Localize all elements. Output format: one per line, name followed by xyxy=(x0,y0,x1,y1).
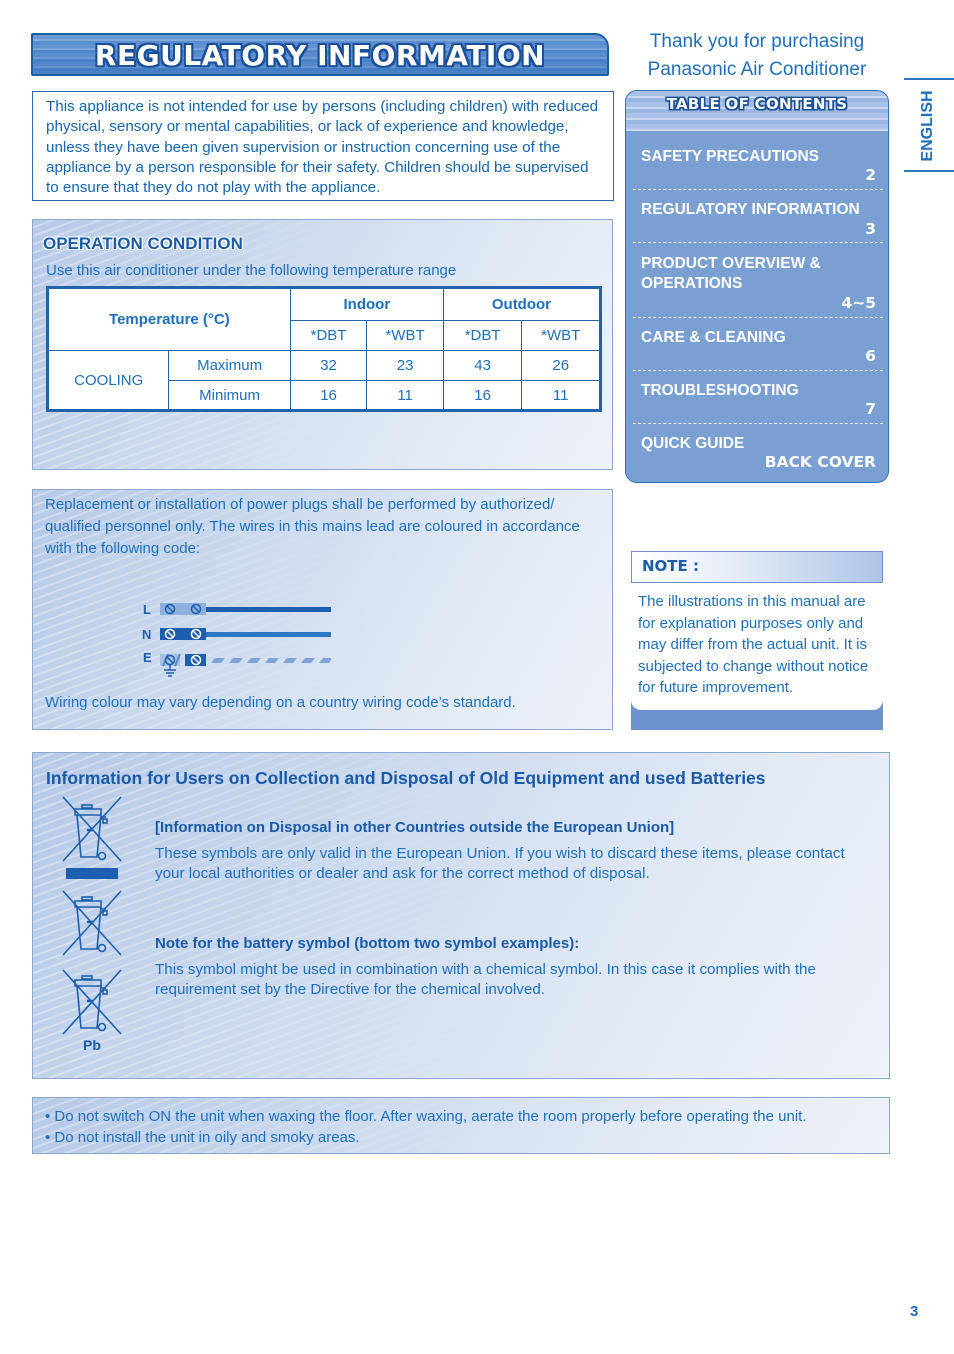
table-cell: 26 xyxy=(521,350,601,381)
wiring-panel: Replacement or installation of power plu… xyxy=(32,489,613,730)
toc-item-label: PRODUCT OVERVIEW & OPERATIONS xyxy=(641,255,821,292)
toc-item-safety-precautions[interactable]: SAFETY PRECAUTIONS 2 xyxy=(633,135,883,190)
disposal-heading: Information for Users on Collection and … xyxy=(46,768,766,788)
toc-item-quick-guide[interactable]: QUICK GUIDE BACK COVER xyxy=(633,424,883,479)
table-cell: 11 xyxy=(366,380,444,411)
battery-symbol-note-text: This symbol might be used in combination… xyxy=(155,961,816,998)
caution-bullet: • Do not switch ON the unit when waxing … xyxy=(45,1108,807,1125)
table-cell: 32 xyxy=(289,350,368,381)
disposal-information-panel: Information for Users on Collection and … xyxy=(32,752,890,1079)
language-tab: ENGLISH xyxy=(905,90,951,162)
language-tab-divider-bottom xyxy=(904,170,954,172)
wiring-footnote: Wiring colour may vary depending on a co… xyxy=(45,694,516,711)
table-subheader: *DBT xyxy=(442,320,523,351)
toc-item-label: SAFETY PRECAUTIONS xyxy=(641,148,819,165)
table-corner-header: Temperature (°C) xyxy=(47,287,291,351)
table-mode-cell: COOLING xyxy=(46,350,170,411)
table-cell: 16 xyxy=(289,380,368,411)
wire-terminals-icon xyxy=(160,603,331,677)
table-cell: 11 xyxy=(521,380,601,411)
title-banner: REGULATORY INFORMATION xyxy=(31,33,609,76)
page-number: 3 xyxy=(910,1303,919,1320)
table-row: COOLING Maximum 32 23 43 26 xyxy=(46,350,601,411)
note-body: The illustrations in this manual are for… xyxy=(631,583,883,730)
caution-bullet: • Do not install the unit in oily and sm… xyxy=(45,1129,360,1146)
toc-item-page: BACK COVER xyxy=(764,453,876,471)
disposal-outside-eu-heading: [Information on Disposal in other Countr… xyxy=(155,819,675,836)
thank-you-message: Thank you for purchasing Panasonic Air C… xyxy=(622,28,892,84)
table-row-label: Minimum xyxy=(168,380,291,411)
toc-item-label: TROUBLESHOOTING xyxy=(641,382,799,399)
table-subheader: *DBT xyxy=(289,320,368,351)
chemical-symbol-label: Pb xyxy=(83,1037,101,1053)
table-subheader: *WBT xyxy=(521,320,601,351)
toc-header: TABLE OF CONTENTS xyxy=(626,91,888,131)
toc-item-care-cleaning[interactable]: CARE & CLEANING 6 xyxy=(633,318,883,371)
toc-item-troubleshooting[interactable]: TROUBLESHOOTING 7 xyxy=(633,371,883,424)
table-group-header-outdoor: Outdoor xyxy=(442,287,602,321)
toc-item-page: 7 xyxy=(865,400,876,418)
toc-title: TABLE OF CONTENTS xyxy=(666,95,848,113)
table-cell: 23 xyxy=(366,350,444,381)
operation-condition-subtitle: Use this air conditioner under the follo… xyxy=(46,262,457,279)
operation-condition-panel: OPERATION CONDITION Use this air conditi… xyxy=(32,219,613,470)
thank-you-line-1: Thank you for purchasing xyxy=(649,31,865,52)
toc-item-page: 2 xyxy=(865,166,876,184)
toc-item-label: CARE & CLEANING xyxy=(641,329,786,346)
toc-item-product-overview[interactable]: PRODUCT OVERVIEW & OPERATIONS 4~5 xyxy=(633,243,883,318)
note-text: The illustrations in this manual are for… xyxy=(638,593,869,697)
table-header-row: Temperature (°C) Indoor Outdoor xyxy=(47,287,602,351)
crossed-out-bin-icon xyxy=(62,890,122,956)
caution-bullets-panel: • Do not switch ON the unit when waxing … xyxy=(32,1097,890,1154)
table-cell: 43 xyxy=(442,350,523,381)
operation-condition-heading: OPERATION CONDITION xyxy=(43,234,243,253)
toc-item-page: 6 xyxy=(865,347,876,365)
toc-item-label: REGULATORY INFORMATION xyxy=(641,201,860,218)
crossed-out-bin-battery-icon xyxy=(62,969,122,1035)
language-tab-divider-top xyxy=(904,78,954,80)
intro-warning-box: This appliance is not intended for use b… xyxy=(32,91,614,201)
table-subheader: *WBT xyxy=(366,320,444,351)
language-tab-label: ENGLISH xyxy=(919,90,936,162)
thank-you-line-2: Panasonic Air Conditioner xyxy=(647,59,867,80)
toc-item-page: 4~5 xyxy=(841,294,876,312)
toc-item-regulatory-information[interactable]: REGULATORY INFORMATION 3 xyxy=(633,190,883,243)
table-of-contents: TABLE OF CONTENTS SAFETY PRECAUTIONS 2 R… xyxy=(625,90,889,483)
toc-item-label: QUICK GUIDE xyxy=(641,435,745,452)
table-group-header-indoor: Indoor xyxy=(289,287,444,321)
page-title: REGULATORY INFORMATION xyxy=(94,39,546,72)
table-cell: 16 xyxy=(442,380,523,411)
intro-warning-text: This appliance is not intended for use b… xyxy=(46,98,599,197)
crossed-out-bin-with-bar-icon xyxy=(62,796,122,879)
battery-symbol-note-heading: Note for the battery symbol (bottom two … xyxy=(155,935,580,952)
table-row-label: Maximum xyxy=(168,350,291,381)
note-header: NOTE : xyxy=(631,551,883,583)
wiring-instructions: Replacement or installation of power plu… xyxy=(45,496,580,557)
toc-item-page: 3 xyxy=(865,220,876,238)
disposal-outside-eu-text: These symbols are only valid in the Euro… xyxy=(155,845,845,882)
note-title: NOTE : xyxy=(642,557,700,575)
temperature-range-table: Temperature (°C) Indoor Outdoor *DBT *WB… xyxy=(46,286,602,412)
